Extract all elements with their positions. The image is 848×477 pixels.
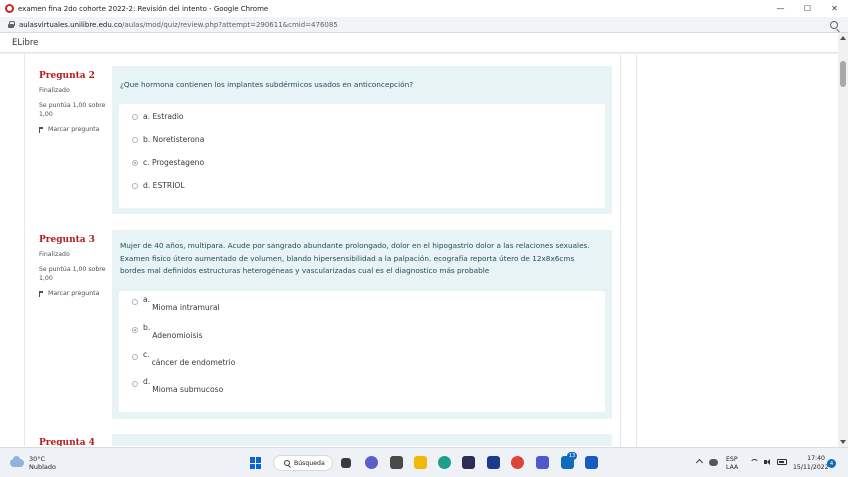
block-border-right [636,54,637,446]
answer-option-a[interactable]: a. Mioma intramural [132,295,220,312]
question-grade: Se puntúa 1,00 sobre 1,00 [39,102,106,118]
mail-badge: 13 [567,452,577,460]
weather-widget[interactable]: 30°C Nublado [10,455,56,471]
question-info-2: Pregunta 2 Finalizado Se puntúa 1,00 sob… [39,71,111,133]
address-bar[interactable]: aulasvirtuales.unilibre.edu.co/aulas/mod… [0,17,848,33]
chrome-icon[interactable] [511,456,524,469]
window-title: examen fina 2do cohorte 2022-2: Revisión… [18,4,269,13]
question-text: ¿Que hormona contienen los implantes sub… [120,80,414,89]
question-number-heading: Pregunta 3 [39,235,95,245]
answer-option-d[interactable]: d. Mioma submucoso [132,377,223,394]
language-indicator[interactable]: ESP LAA [726,456,738,472]
search-zoom-icon[interactable] [830,20,838,29]
content-border-right [620,54,621,446]
speaker-muted-icon[interactable] [764,459,772,465]
onedrive-cloud-icon[interactable] [709,459,718,466]
lock-icon[interactable] [8,21,15,28]
taskbar-search[interactable]: Búsqueda [273,455,333,471]
page-scrollbar[interactable] [838,33,848,447]
file-explorer-icon[interactable] [414,456,427,469]
answer-option-c[interactable]: c. Progestageno [132,158,204,167]
question-state: Finalizado [39,251,70,258]
radio-checked-icon[interactable] [132,327,138,333]
flag-question-link[interactable]: Marcar pregunta [39,289,111,297]
answer-option-b[interactable]: b. Noretisterona [132,135,204,144]
weather-temp: 30°C [29,455,46,463]
question-box-2: ¿Que hormona contienen los implantes sub… [112,66,612,214]
windows-start-icon[interactable] [250,457,262,469]
scroll-down-arrow-icon[interactable] [840,440,846,444]
site-header: ELibre [0,33,840,53]
answer-option-b[interactable]: b. Adenomioisis [132,323,203,340]
answer-list: a. Estradio b. Noretisterona c. Progesta… [119,104,605,208]
task-view-icon[interactable] [341,458,351,468]
answer-option-a[interactable]: a. Estradio [132,112,184,121]
edge-browser-icon[interactable] [438,456,451,469]
window-titlebar: examen fina 2do cohorte 2022-2: Revisión… [0,0,848,17]
answer-list: a. Mioma intramural b. Adenomioisis c. cánc… [119,291,605,412]
site-favicon-icon [5,4,14,13]
word-icon[interactable] [585,456,598,469]
windows-taskbar: 30°C Nublado Búsqueda 13 ESP LAA 17:40 1… [0,447,848,477]
page-viewport: Pregunta 2 Finalizado Se puntúa 1,00 sob… [0,54,838,446]
scroll-thumb[interactable] [840,61,846,87]
radio-unchecked-icon[interactable] [132,182,138,189]
search-icon [284,460,290,466]
radio-unchecked-icon[interactable] [132,299,138,305]
weather-desc: Nublado [29,463,56,471]
question-state: Finalizado [39,87,70,94]
question-text: Mujer de 40 años, multipara. Acude por s… [120,241,590,275]
b-app-icon[interactable] [487,456,500,469]
system-icons[interactable] [750,459,787,465]
store-icon[interactable] [462,456,475,469]
answer-option-c[interactable]: c. cáncer de endometrio [132,350,235,367]
answer-option-d[interactable]: d. ESTRIOL [132,181,185,190]
question-box-3: Mujer de 40 años, multipara. Acude por s… [112,230,612,419]
radio-unchecked-icon[interactable] [132,136,138,143]
radio-checked-icon[interactable] [132,159,138,166]
teams-icon[interactable] [536,456,549,469]
question-box-4 [112,434,612,446]
chat-icon[interactable] [365,456,378,469]
chevron-up-icon[interactable] [695,458,704,467]
site-name-link[interactable]: ELibre [12,38,38,48]
content-border-left [24,54,25,446]
notification-count-badge[interactable]: 4 [827,459,836,468]
question-info-4: Pregunta 4 [39,438,111,446]
flag-question-link[interactable]: Marcar pregunta [39,125,111,133]
close-button[interactable]: ✕ [821,0,848,17]
cloud-icon [10,456,24,467]
question-info-3: Pregunta 3 Finalizado Se puntúa 1,00 sob… [39,235,111,297]
wifi-icon[interactable] [750,459,759,465]
minimize-button[interactable]: — [767,0,794,17]
taskbar-clock[interactable]: 17:40 15/11/2022 [793,455,829,472]
scroll-up-arrow-icon[interactable] [840,36,846,40]
calculator-app-icon[interactable] [390,456,403,469]
radio-unchecked-icon[interactable] [132,381,138,387]
battery-icon[interactable] [777,459,787,465]
question-number-heading: Pregunta 4 [39,438,95,446]
question-grade: Se puntúa 1,00 sobre 1,00 [39,266,106,282]
question-number-heading: Pregunta 2 [39,71,95,81]
flag-icon [39,127,44,133]
radio-unchecked-icon[interactable] [132,113,138,120]
flag-icon [39,291,44,297]
url-path[interactable]: /aulas/mod/quiz/review.php?attempt=29061… [122,21,338,29]
maximize-button[interactable]: ☐ [794,0,821,17]
url-host[interactable]: aulasvirtuales.unilibre.edu.co [19,21,122,29]
radio-unchecked-icon[interactable] [132,354,138,360]
